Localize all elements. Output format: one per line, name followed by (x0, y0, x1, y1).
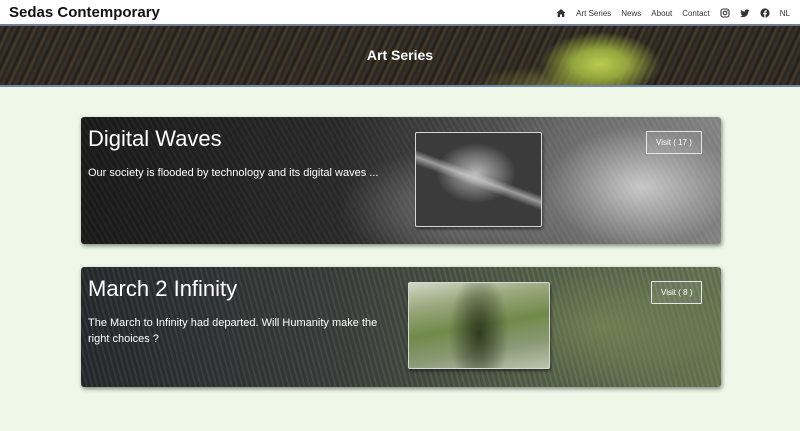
series-card-march-2-infinity[interactable]: March 2 Infinity The March to Infinity h… (81, 267, 721, 387)
page-title: Art Series (366, 47, 434, 63)
visit-button[interactable]: Visit ( 8 ) (651, 281, 703, 304)
home-icon[interactable] (556, 8, 566, 18)
twitter-icon[interactable] (739, 8, 750, 18)
series-description: Our society is flooded by technology and… (88, 167, 379, 179)
top-navbar: Sedas Contemporary Art Series News About… (0, 0, 800, 26)
visit-button[interactable]: Visit ( 17 ) (646, 131, 702, 154)
nav-contact[interactable]: Contact (682, 9, 710, 18)
instagram-icon[interactable] (720, 8, 730, 18)
series-title: Digital Waves (88, 126, 222, 151)
nav-news[interactable]: News (621, 9, 641, 18)
series-thumbnail[interactable] (415, 132, 542, 227)
series-thumbnail[interactable] (408, 282, 550, 369)
nav-art-series[interactable]: Art Series (576, 9, 611, 18)
nav-links: Art Series News About Contact NL (546, 0, 790, 26)
language-switch-nl[interactable]: NL (780, 9, 790, 18)
brand-logo-link[interactable]: Sedas Contemporary (9, 4, 160, 21)
hero-banner: Art Series (0, 26, 800, 87)
nav-about[interactable]: About (651, 9, 672, 18)
series-description: The March to Infinity had departed. Will… (88, 317, 378, 345)
series-card-digital-waves[interactable]: Digital Waves Our society is flooded by … (81, 117, 721, 244)
series-title: March 2 Infinity (88, 276, 238, 301)
facebook-icon[interactable] (760, 8, 770, 18)
